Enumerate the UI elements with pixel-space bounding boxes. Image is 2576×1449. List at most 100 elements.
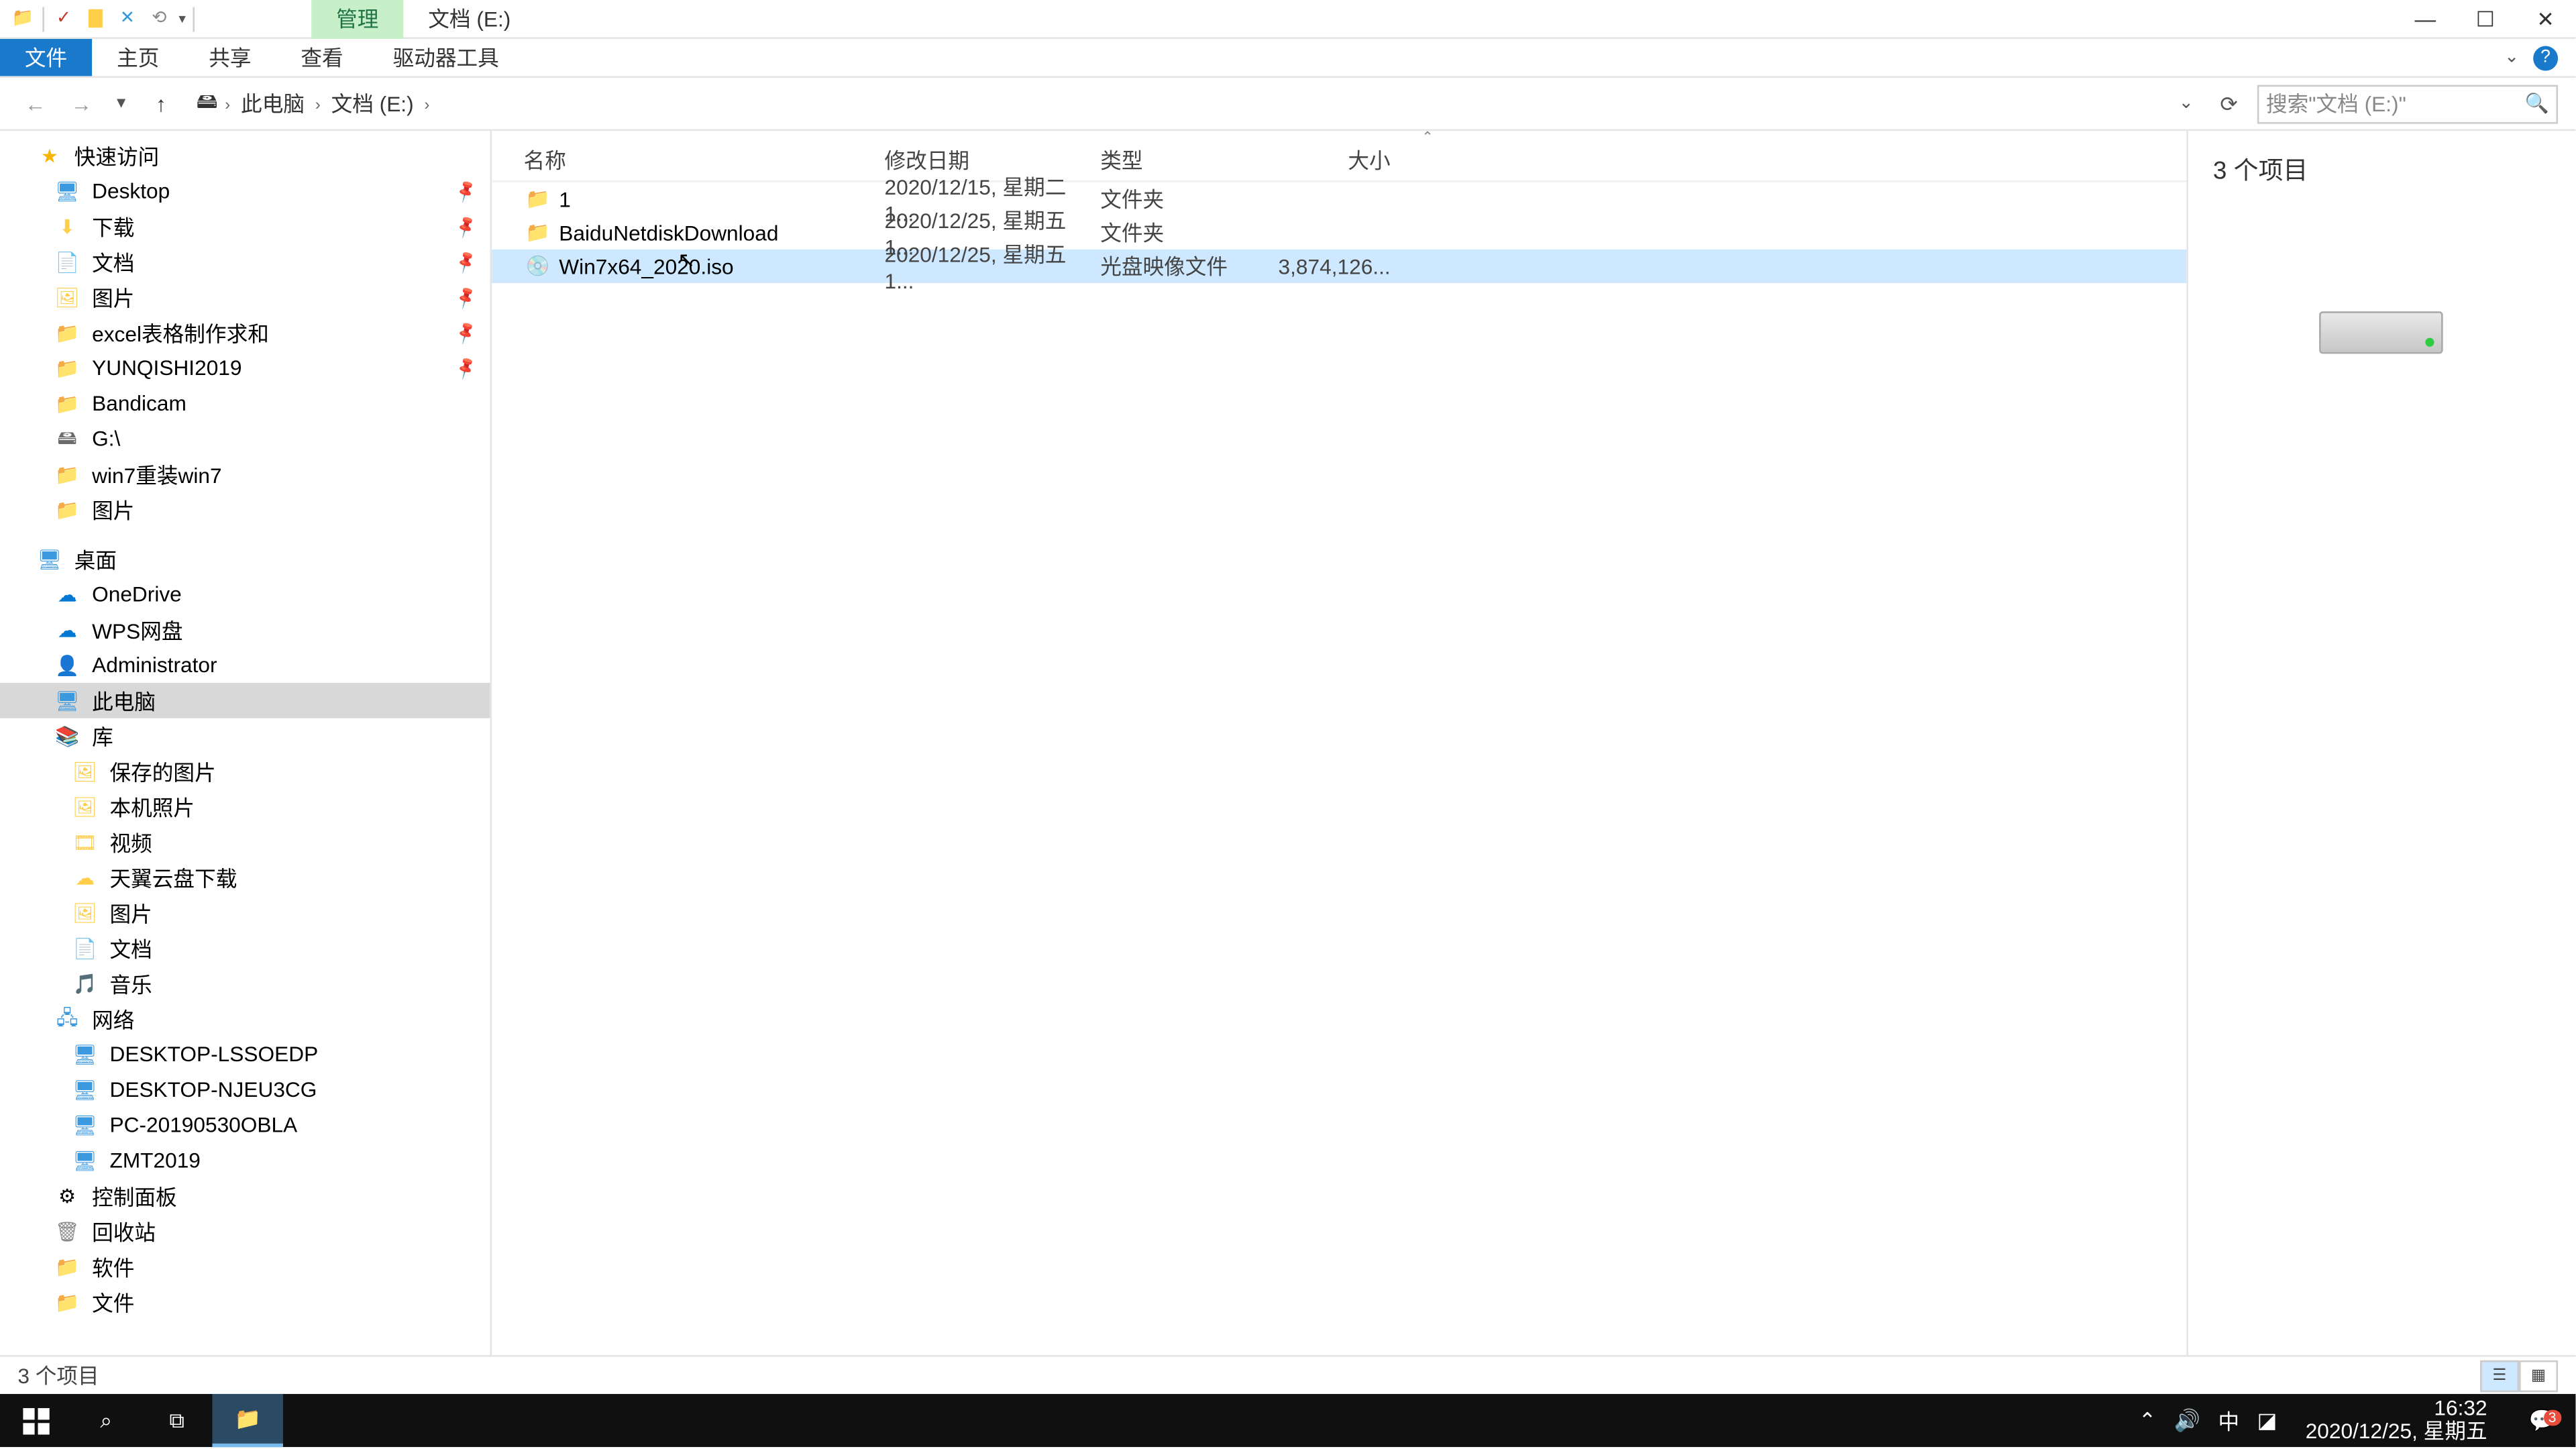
maximize-button[interactable]: ☐ [2455,0,2516,38]
column-headers: 名称 修改日期 类型 大小 [492,140,2186,182]
nav-item-folder[interactable]: 📁YUNQISHI2019 [0,350,490,386]
help-icon[interactable]: ? [2533,45,2558,70]
nav-quick-access[interactable]: ★快速访问 [0,138,490,174]
nav-item-library[interactable]: 🎵音乐 [0,966,490,1002]
control-panel-icon: ⚙ [53,1183,81,1208]
qat-undo-icon[interactable]: ⟲ [147,6,172,31]
nav-item-pictures[interactable]: 🖼图片 [0,280,490,315]
nav-back-button[interactable]: ← [17,86,53,121]
taskbar-clock[interactable]: 16:32 2020/12/25, 星期五 [2295,1397,2498,1444]
nav-item-library[interactable]: 🎞视频 [0,824,490,860]
nav-item-computer[interactable]: 🖥PC-20190530OBLA [0,1108,490,1143]
windows-icon [22,1407,49,1434]
nav-up-button[interactable]: ↑ [144,86,179,121]
nav-item-folder[interactable]: 📁软件 [0,1249,490,1285]
nav-item-onedrive[interactable]: ☁OneDrive [0,577,490,612]
nav-item-drive[interactable]: 🖴G:\ [0,421,490,457]
nav-item-folder[interactable]: 📁excel表格制作求和 [0,315,490,350]
chevron-right-icon[interactable]: › [424,95,429,112]
qat-newfolder-icon[interactable]: ▇ [83,6,108,31]
qat-customize-dropdown-icon[interactable]: ▾ [178,11,186,27]
pc-icon: 🖥 [70,1113,99,1138]
nav-item-library[interactable]: 🖼图片 [0,895,490,930]
nav-item-computer[interactable]: 🖥DESKTOP-LSSOEDP [0,1036,490,1072]
search-input[interactable]: 搜索"文档 (E:)" 🔍 [2257,84,2558,123]
file-row[interactable]: 📁BaiduNetdiskDownload2020/12/25, 星期五 1..… [492,216,2186,250]
taskbar-explorer-button[interactable]: 📁 [212,1394,282,1447]
start-button[interactable] [0,1394,70,1447]
nav-item-folder[interactable]: 📁图片 [0,492,490,527]
nav-item-libraries[interactable]: 📚库 [0,718,490,754]
nav-item-documents[interactable]: 📄文档 [0,244,490,280]
nav-forward-button[interactable]: → [64,86,99,121]
taskbar-taskview-button[interactable]: ⧉ [142,1394,212,1447]
column-header-size[interactable]: 大小 [1277,145,1401,175]
nav-item-library[interactable]: 🖼保存的图片 [0,753,490,789]
nav-item-library[interactable]: 📄文档 [0,930,490,966]
file-name: BaiduNetdiskDownload [552,220,885,245]
video-icon: 🎞 [70,830,99,855]
column-header-date[interactable]: 修改日期 [885,145,1101,175]
file-size: 3,874,126... [1277,254,1401,278]
nav-item-computer[interactable]: 🖥ZMT2019 [0,1143,490,1179]
nav-item-recycle-bin[interactable]: 🗑回收站 [0,1214,490,1249]
documents-icon: 📄 [70,936,99,961]
breadcrumb[interactable]: 🖴 › 此电脑 › 文档 (E:) › [189,85,2161,122]
context-tab-manage[interactable]: 管理 [311,0,403,38]
folder-icon: 📁 [53,391,81,416]
nav-item-folder[interactable]: 📁Bandicam [0,386,490,421]
close-button[interactable]: ✕ [2516,0,2576,38]
chevron-right-icon[interactable]: › [225,95,230,112]
tab-drive-tools[interactable]: 驱动器工具 [368,39,524,76]
nav-item-library[interactable]: 🖼本机照片 [0,789,490,824]
nav-item-library[interactable]: ☁天翼云盘下载 [0,860,490,896]
nav-history-dropdown-icon[interactable]: ▾ [109,94,132,113]
nav-item-folder[interactable]: 📁win7重装win7 [0,456,490,492]
chevron-right-icon[interactable]: › [315,95,321,112]
file-row[interactable]: 💿Win7x64_2020.iso2020/12/25, 星期五 1...光盘映… [492,250,2186,283]
taskbar-search-button[interactable]: ⌕ [70,1394,141,1447]
ribbon-expand-icon[interactable]: ⌄ [2504,48,2519,67]
tab-view[interactable]: 查看 [276,39,368,76]
nav-item-control-panel[interactable]: ⚙控制面板 [0,1178,490,1214]
tray-overflow-icon[interactable]: ⌃ [2139,1408,2157,1433]
pictures-icon: 🖼 [70,794,99,819]
ime-indicator[interactable]: 中 [2218,1405,2240,1436]
view-icons-button[interactable]: ▦ [2519,1360,2558,1391]
library-icon: 📚 [53,724,81,749]
system-tray: ⌃ 🔊 中 ◪ 16:32 2020/12/25, 星期五 💬 3 [2131,1394,2575,1447]
folder-icon: 📁 [53,1254,81,1279]
music-icon: 🎵 [70,971,99,996]
column-header-type[interactable]: 类型 [1100,145,1277,175]
breadcrumb-segment[interactable]: 此电脑 [237,89,309,119]
pictures-icon: 🖼 [70,759,99,784]
nav-item-desktop[interactable]: 🖥Desktop [0,173,490,209]
tab-share[interactable]: 共享 [184,39,276,76]
view-details-button[interactable]: ☰ [2480,1360,2519,1391]
tab-file[interactable]: 文件 [0,39,92,76]
qat-properties-icon[interactable]: ✓ [51,6,76,31]
address-dropdown-icon[interactable]: ⌄ [2171,94,2200,113]
nav-item-wps[interactable]: ☁WPS网盘 [0,612,490,647]
breadcrumb-segment[interactable]: 文档 (E:) [327,89,417,119]
volume-icon[interactable]: 🔊 [2174,1408,2200,1433]
action-center-button[interactable]: 💬 3 [2516,1408,2569,1433]
qat-delete-icon[interactable]: ✕ [115,6,140,31]
minimize-button[interactable]: — [2395,0,2455,38]
nav-item-network[interactable]: 🖧网络 [0,1002,490,1037]
nav-item-computer[interactable]: 🖥DESKTOP-NJEU3CG [0,1072,490,1108]
nav-item-user[interactable]: 👤Administrator [0,647,490,683]
tab-home[interactable]: 主页 [92,39,184,76]
navigation-pane[interactable]: ★快速访问 🖥Desktop ⬇下载 📄文档 🖼图片 📁excel表格制作求和 … [0,131,492,1355]
column-header-name[interactable]: 名称 [492,145,884,175]
file-row[interactable]: 📁12020/12/15, 星期二 1...文件夹 [492,182,2186,216]
nav-item-downloads[interactable]: ⬇下载 [0,209,490,244]
search-icon[interactable]: 🔍 [2525,92,2549,115]
tray-app-icon[interactable]: ◪ [2257,1408,2277,1433]
refresh-button[interactable]: ⟳ [2211,86,2247,121]
nav-desktop-root[interactable]: 🖥桌面 [0,541,490,577]
status-bar: 3 个项目 ☰ ▦ [0,1355,2575,1394]
nav-item-this-pc[interactable]: 🖥此电脑 [0,683,490,718]
file-date: 2020/12/25, 星期五 1... [885,239,1101,294]
nav-item-folder[interactable]: 📁文件 [0,1284,490,1320]
